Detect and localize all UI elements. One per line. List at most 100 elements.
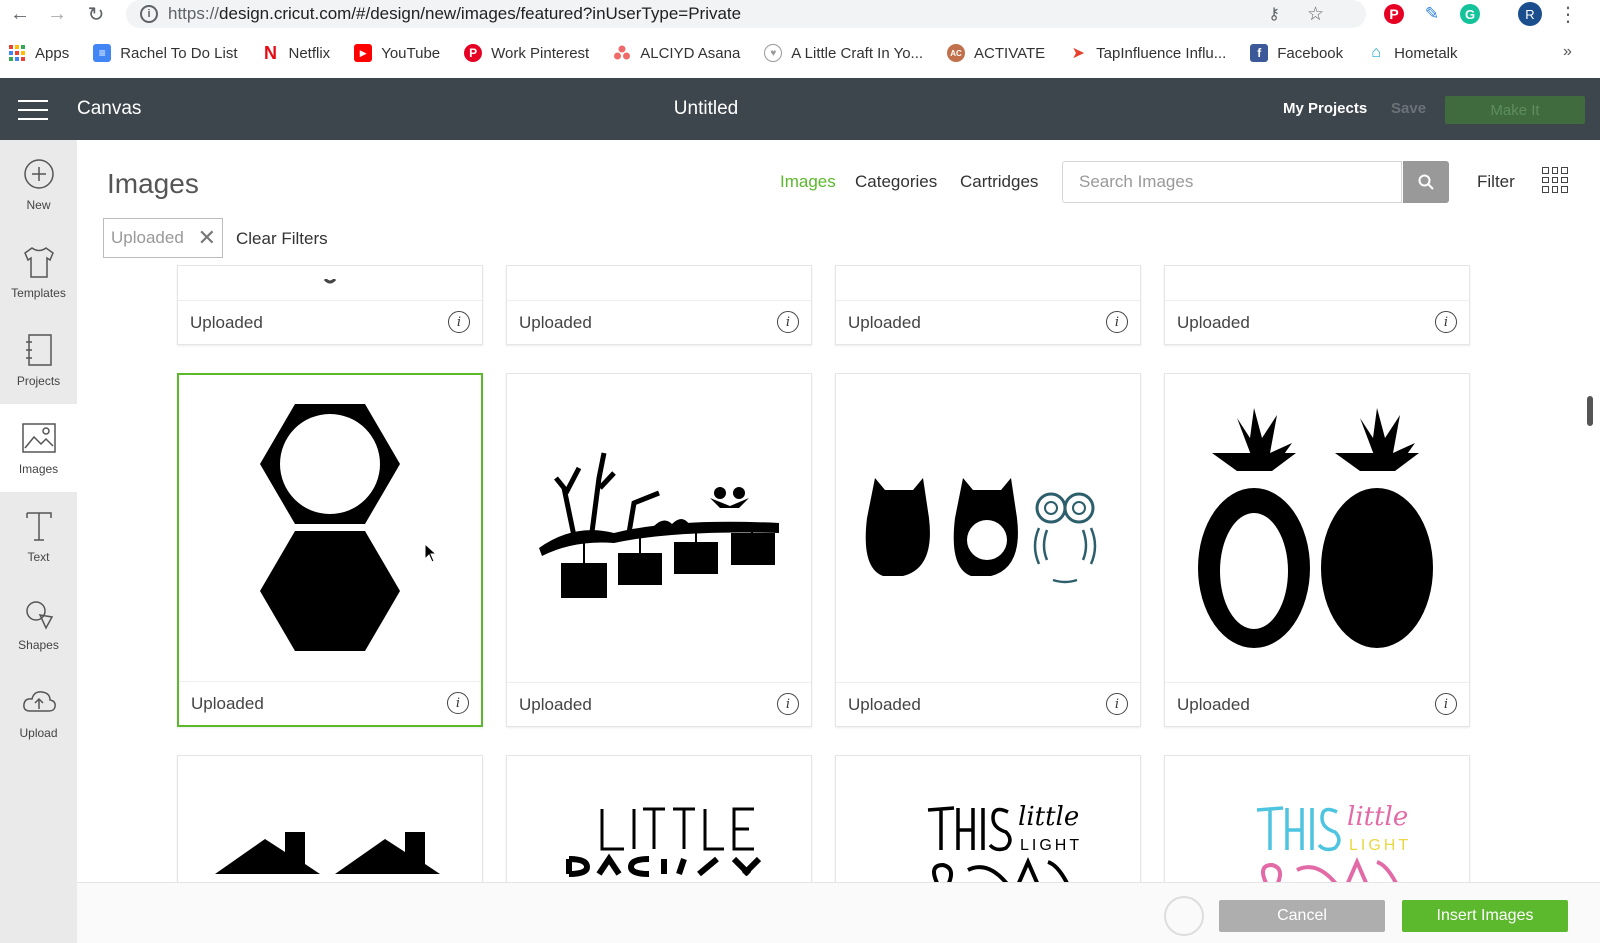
bookmark-a-little-craft[interactable]: ♥ A Little Craft In Yo...	[764, 44, 923, 62]
card-label: Uploaded	[519, 694, 592, 714]
shapes-icon	[21, 596, 57, 632]
bookmark-rachel-to-do-list[interactable]: ≡ Rachel To Do List	[93, 44, 238, 62]
bookmark-tapinfluence[interactable]: ➤ TapInfluence Influ...	[1069, 44, 1226, 63]
bookmark-label: YouTube	[381, 44, 441, 62]
filter-chip-uploaded: Uploaded ✕	[103, 218, 223, 258]
image-grid: Uploaded i Uploaded i Uploaded i Uploaded i …	[77, 265, 1600, 882]
forward-arrow-icon[interactable]: →	[37, 0, 77, 28]
card-label: Uploaded	[848, 312, 921, 332]
info-icon[interactable]: i	[448, 311, 470, 333]
reload-icon[interactable]: ↻	[76, 0, 116, 28]
image-card-this-little-light-color[interactable]: little LIGHT	[1164, 755, 1470, 882]
profile-avatar[interactable]: R	[1518, 2, 1542, 26]
back-arrow-icon[interactable]: ←	[0, 0, 40, 28]
grammarly-extension-icon[interactable]: G	[1458, 2, 1482, 26]
card-label: Uploaded	[1177, 312, 1250, 332]
image-card-tree-branch-birds[interactable]: Uploaded i	[506, 373, 812, 727]
card-footer: Uploaded i	[836, 682, 1140, 726]
loading-spinner-icon	[1164, 896, 1204, 936]
sidebar-item-templates[interactable]: Templates	[0, 228, 77, 316]
info-icon[interactable]: i	[1435, 693, 1457, 715]
document-title[interactable]: Untitled	[0, 98, 1412, 120]
cancel-button[interactable]: Cancel	[1219, 900, 1385, 932]
image-card[interactable]: Uploaded i	[506, 265, 812, 345]
svg-text:LIGHT: LIGHT	[1020, 837, 1082, 854]
image-card[interactable]: Uploaded i	[835, 265, 1141, 345]
stylus-extension-icon[interactable]: ✎	[1420, 2, 1444, 26]
info-icon[interactable]: i	[777, 311, 799, 333]
insert-images-button[interactable]: Insert Images	[1402, 900, 1568, 932]
image-card-owls-set[interactable]: Uploaded i	[835, 373, 1141, 727]
browser-menu-icon[interactable]: ⋮	[1556, 2, 1580, 26]
tshirt-icon	[21, 244, 57, 280]
address-bar[interactable]: i https://design.cricut.com/#/design/new…	[126, 0, 1366, 28]
bookmark-label: Apps	[35, 44, 70, 62]
bookmark-apps[interactable]: Apps	[8, 44, 69, 62]
my-projects-link[interactable]: My Projects	[1283, 100, 1367, 117]
sidebar-item-upload[interactable]: Upload	[0, 668, 77, 756]
image-thumbnail	[1165, 374, 1469, 682]
bookmark-activate[interactable]: AC ACTIVATE	[947, 44, 1045, 62]
sidebar-item-label: Templates	[11, 286, 66, 300]
info-icon[interactable]: i	[1106, 311, 1128, 333]
image-thumbnail	[836, 374, 1140, 682]
app-header: Canvas Untitled My Projects Save Make It	[0, 78, 1600, 140]
image-thumbnail	[507, 374, 811, 682]
key-icon[interactable]: ⚷	[1268, 4, 1280, 24]
card-label: Uploaded	[848, 694, 921, 714]
bookmark-work-pinterest[interactable]: P Work Pinterest	[464, 44, 589, 62]
image-card-pineapples[interactable]: Uploaded i	[1164, 373, 1470, 727]
remove-filter-icon[interactable]: ✕	[198, 227, 216, 249]
image-card-this-little-light-black[interactable]: little LIGHT	[835, 755, 1141, 882]
bookmark-label: Facebook	[1277, 44, 1344, 62]
netflix-icon: N	[264, 42, 277, 63]
save-button[interactable]: Save	[1391, 100, 1426, 117]
make-it-button[interactable]: Make It	[1445, 96, 1585, 124]
card-label: Uploaded	[1177, 694, 1250, 714]
info-icon[interactable]: i	[1106, 693, 1128, 715]
clear-filters-link[interactable]: Clear Filters	[236, 229, 328, 249]
search-input[interactable]: Search Images	[1062, 161, 1402, 203]
tapinfluence-icon: ➤	[1071, 45, 1085, 62]
bookmark-hometalk[interactable]: ⌂ Hometalk	[1367, 44, 1457, 62]
bookmark-label: Netflix	[288, 44, 331, 62]
projects-icon	[21, 332, 57, 368]
sidebar-item-projects[interactable]: Projects	[0, 316, 77, 404]
info-icon[interactable]: i	[777, 693, 799, 715]
star-bookmark-icon[interactable]: ☆	[1307, 3, 1324, 26]
bookmarks-overflow-icon[interactable]: »	[1563, 43, 1572, 61]
sidebar-item-text[interactable]: Text	[0, 492, 77, 580]
pinterest-extension-icon[interactable]: P	[1382, 2, 1406, 26]
bookmark-alciyd-asana[interactable]: ALCIYD Asana	[613, 44, 740, 62]
bookmark-youtube[interactable]: ▶ YouTube	[354, 44, 440, 62]
image-card-house-roofs[interactable]	[177, 755, 483, 882]
site-info-icon[interactable]: i	[140, 5, 158, 23]
filter-button[interactable]: Filter	[1477, 172, 1515, 192]
tab-images[interactable]: Images	[780, 172, 836, 192]
search-button[interactable]	[1403, 161, 1449, 203]
page-scrollbar[interactable]	[1587, 396, 1593, 426]
sidebar-item-images[interactable]: Images	[0, 404, 77, 492]
info-icon[interactable]: i	[447, 692, 469, 714]
sidebar-item-shapes[interactable]: Shapes	[0, 580, 77, 668]
card-label: Uploaded	[519, 312, 592, 332]
bookmark-netflix[interactable]: N Netflix	[262, 42, 331, 63]
grid-view-icon[interactable]	[1542, 167, 1568, 193]
image-thumbnail: little LIGHT	[836, 756, 1140, 882]
bottom-action-bar: Cancel Insert Images	[77, 882, 1600, 943]
svg-text:little: little	[1347, 802, 1408, 832]
docs-icon: ≡	[93, 44, 112, 62]
avatar-letter: R	[1525, 6, 1535, 22]
image-card-little-text[interactable]	[506, 755, 812, 882]
left-sidebar: New Templates Projects Images Text Shape…	[0, 140, 77, 943]
bookmark-label: ACTIVATE	[974, 44, 1046, 62]
image-card[interactable]: Uploaded i	[1164, 265, 1470, 345]
hometalk-icon: ⌂	[1371, 44, 1381, 61]
image-card[interactable]: Uploaded i	[177, 265, 483, 345]
tab-cartridges[interactable]: Cartridges	[960, 172, 1038, 192]
info-icon[interactable]: i	[1435, 311, 1457, 333]
tab-categories[interactable]: Categories	[855, 172, 937, 192]
sidebar-item-new[interactable]: New	[0, 140, 77, 228]
card-label: Uploaded	[190, 312, 263, 332]
bookmark-facebook[interactable]: f Facebook	[1250, 44, 1343, 62]
